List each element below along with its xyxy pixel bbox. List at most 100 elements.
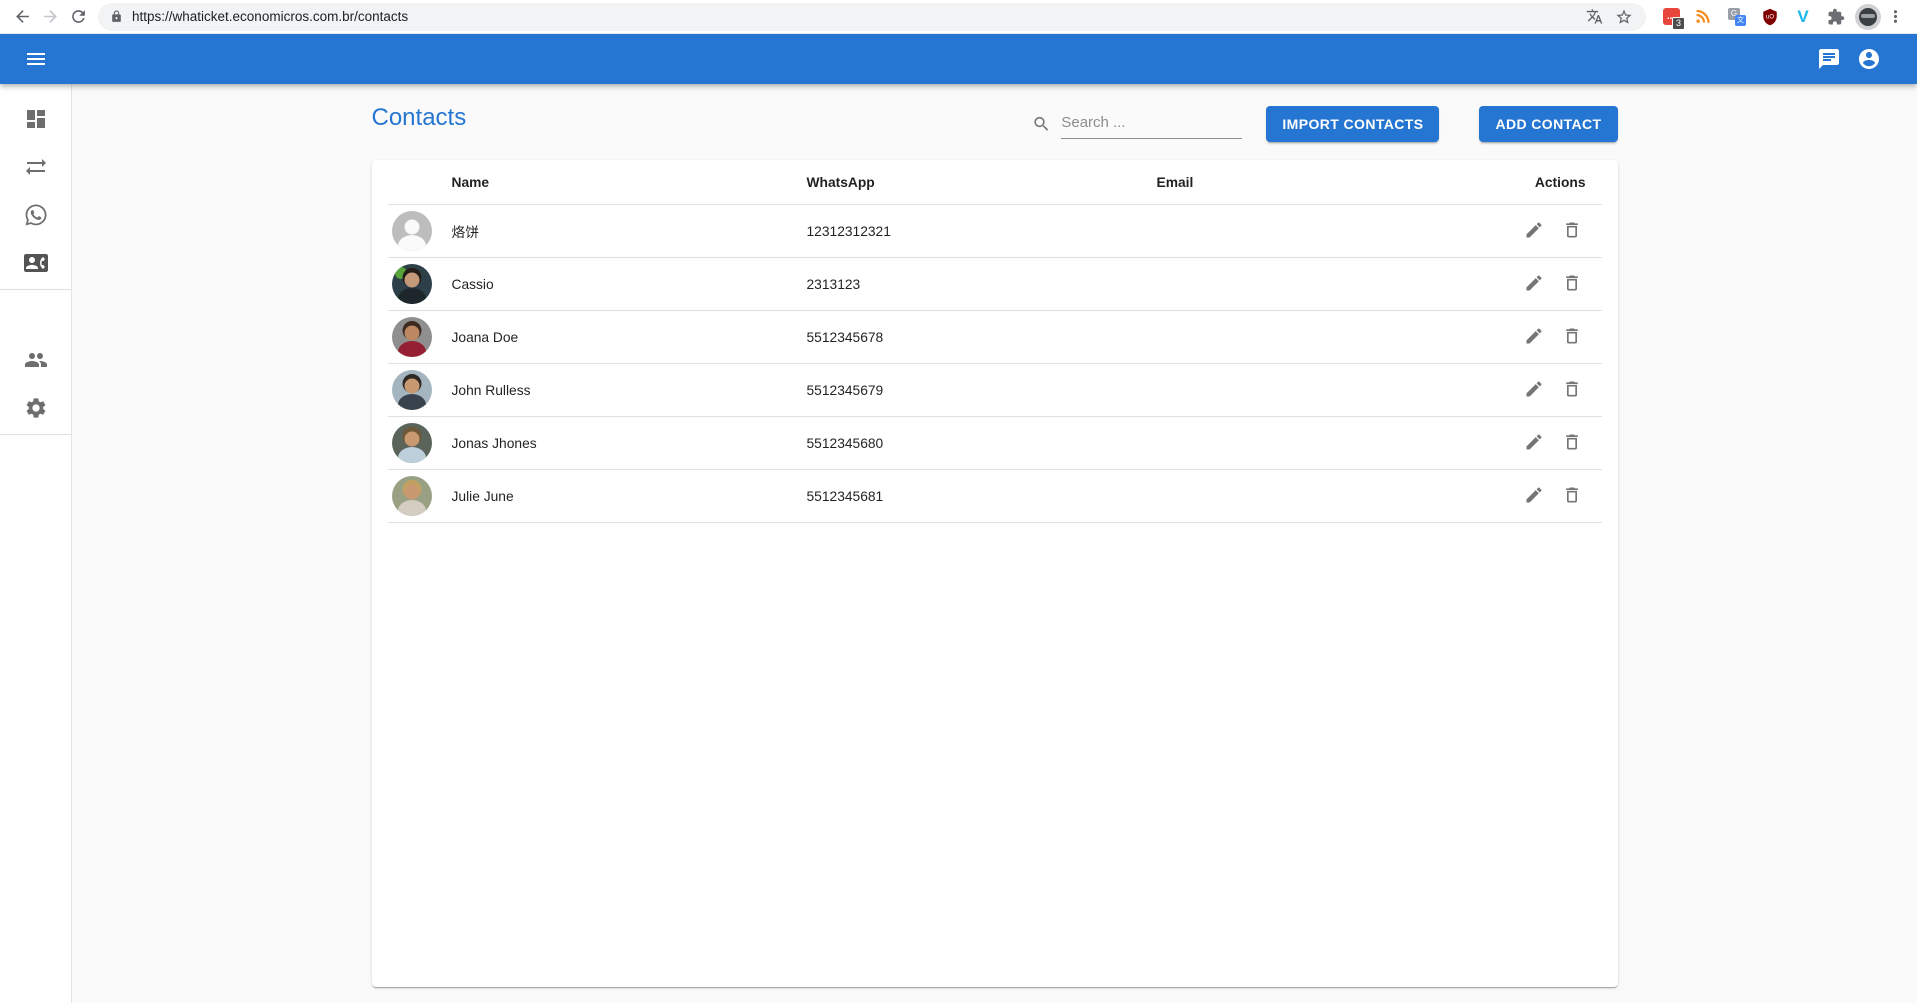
contact-email: [1141, 364, 1471, 417]
whatsapp-icon: [24, 203, 48, 227]
ublock-origin-icon[interactable]: uO: [1760, 7, 1780, 27]
contacts-card: Name WhatsApp Email Actions: [372, 160, 1618, 987]
reload-icon: [69, 7, 88, 26]
account-button[interactable]: [1849, 39, 1889, 79]
delete-contact-button[interactable]: [1558, 428, 1586, 459]
actions-cell: [1471, 364, 1602, 417]
sidebar-item-settings[interactable]: [0, 384, 71, 432]
table-row: John Rulless 5512345679: [388, 364, 1602, 417]
gtranslate-char: 文: [1735, 15, 1746, 26]
sidebar-subheader-space: [0, 292, 71, 336]
delete-contact-button[interactable]: [1558, 269, 1586, 300]
sidebar-divider: [0, 434, 71, 435]
search-icon: [1032, 113, 1051, 135]
pencil-edit-icon: [1524, 432, 1544, 452]
browser-menu-button[interactable]: [1881, 3, 1909, 31]
search-box: [1032, 110, 1242, 139]
contact-whatsapp: 5512345680: [791, 417, 1141, 470]
header-email: Email: [1141, 160, 1471, 205]
edit-contact-button[interactable]: [1520, 375, 1548, 406]
app-bar: [0, 34, 1917, 84]
browser-forward-button[interactable]: [36, 3, 64, 31]
contact-avatar: [392, 423, 432, 463]
edit-contact-button[interactable]: [1520, 322, 1548, 353]
gear-icon: [24, 396, 48, 420]
trash-delete-icon: [1562, 220, 1582, 240]
address-bar[interactable]: https://whaticket.economicros.com.br/con…: [98, 3, 1646, 31]
chat-icon: [1817, 47, 1841, 71]
google-translate-extension-icon[interactable]: G文: [1727, 7, 1747, 27]
edit-contact-button[interactable]: [1520, 216, 1548, 247]
contact-name: Julie June: [436, 470, 791, 523]
avatar-cell: [388, 470, 436, 523]
delete-contact-button[interactable]: [1558, 322, 1586, 353]
avatar-cell: [388, 417, 436, 470]
contact-whatsapp: 5512345679: [791, 364, 1141, 417]
actions-cell: [1471, 205, 1602, 258]
swap-arrows-icon: [24, 155, 48, 179]
delete-contact-button[interactable]: [1558, 216, 1586, 247]
actions-cell: [1471, 470, 1602, 523]
trash-delete-icon: [1562, 432, 1582, 452]
edit-contact-button[interactable]: [1520, 269, 1548, 300]
delete-contact-button[interactable]: [1558, 481, 1586, 512]
contact-name: Cassio: [436, 258, 791, 311]
ubo-letters: uO: [1766, 14, 1774, 20]
translate-page-icon[interactable]: [1584, 7, 1604, 27]
table-row: 烙饼 12312312321: [388, 205, 1602, 258]
contact-phone-icon: [24, 251, 48, 275]
table-row: Julie June 5512345681: [388, 470, 1602, 523]
vimeo-letter: V: [1797, 8, 1808, 25]
contact-whatsapp: 2313123: [791, 258, 1141, 311]
pencil-edit-icon: [1524, 220, 1544, 240]
header-whatsapp: WhatsApp: [791, 160, 1141, 205]
edit-contact-button[interactable]: [1520, 481, 1548, 512]
contact-name: Jonas Jhones: [436, 417, 791, 470]
contact-name: Joana Doe: [436, 311, 791, 364]
lock-icon: [110, 10, 123, 23]
search-input[interactable]: [1061, 110, 1242, 139]
ninja-avatar-icon: [1859, 8, 1877, 26]
pencil-edit-icon: [1524, 273, 1544, 293]
actions-cell: [1471, 258, 1602, 311]
browser-back-button[interactable]: [8, 3, 36, 31]
url-text: https://whaticket.economicros.com.br/con…: [132, 9, 1574, 24]
sidebar-item-contacts[interactable]: [0, 239, 71, 287]
header-name: Name: [436, 160, 791, 205]
puzzle-extension-icon[interactable]: [1826, 7, 1846, 27]
account-circle-icon: [1857, 47, 1881, 71]
sidebar-divider: [0, 289, 71, 290]
messages-button[interactable]: [1809, 39, 1849, 79]
sidebar-item-tickets[interactable]: [0, 191, 71, 239]
import-contacts-button[interactable]: IMPORT CONTACTS: [1266, 106, 1439, 142]
red-extension-icon[interactable]: ... 3: [1661, 7, 1681, 27]
browser-reload-button[interactable]: [64, 3, 92, 31]
menu-toggle-button[interactable]: [16, 39, 56, 79]
rss-extension-icon[interactable]: [1694, 7, 1714, 27]
actions-cell: [1471, 417, 1602, 470]
bookmark-star-icon[interactable]: [1614, 7, 1634, 27]
extension-badge: 3: [1672, 17, 1685, 30]
contact-email: [1141, 470, 1471, 523]
trash-delete-icon: [1562, 273, 1582, 293]
avatar-cell: [388, 258, 436, 311]
more-vert-icon: [1886, 7, 1905, 26]
screen: https://whaticket.economicros.com.br/con…: [0, 0, 1917, 1003]
add-contact-button[interactable]: ADD CONTACT: [1479, 106, 1617, 142]
hamburger-menu-icon: [24, 47, 48, 71]
contact-avatar: [392, 370, 432, 410]
sidebar-item-dashboard[interactable]: [0, 95, 71, 143]
contact-whatsapp: 12312312321: [791, 205, 1141, 258]
contact-email: [1141, 205, 1471, 258]
vimeo-extension-icon[interactable]: V: [1793, 7, 1813, 27]
sidebar-item-connections[interactable]: [0, 143, 71, 191]
contact-avatar: [392, 476, 432, 516]
sidebar-item-users[interactable]: [0, 336, 71, 384]
main-content: Contacts IMPORT CONTACTS ADD CONTACT: [72, 84, 1917, 1003]
contact-email: [1141, 258, 1471, 311]
delete-contact-button[interactable]: [1558, 375, 1586, 406]
header-avatar: [388, 160, 436, 205]
browser-profile-avatar[interactable]: [1855, 4, 1881, 30]
edit-contact-button[interactable]: [1520, 428, 1548, 459]
trash-delete-icon: [1562, 326, 1582, 346]
